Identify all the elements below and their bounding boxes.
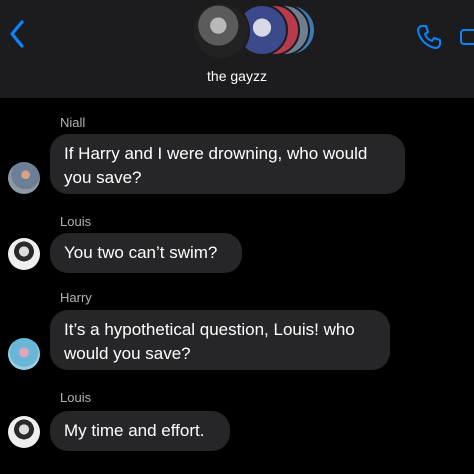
message-bubble[interactable]: You two can’t swim?	[50, 233, 242, 273]
avatar[interactable]	[8, 162, 40, 194]
avatar[interactable]	[8, 238, 40, 270]
avatar[interactable]	[8, 338, 40, 370]
video-camera-icon	[460, 29, 474, 45]
message-bubble[interactable]: It’s a hypothetical question, Louis! who…	[50, 310, 390, 370]
avatar[interactable]	[8, 416, 40, 448]
conversation-header: the gayzz	[0, 0, 474, 98]
sender-name: Niall	[60, 115, 86, 130]
message-bubble[interactable]: If Harry and I were drowning, who would …	[50, 134, 405, 194]
video-call-button[interactable]	[458, 20, 474, 54]
call-button[interactable]	[414, 22, 444, 52]
message-bubble[interactable]: My time and effort.	[50, 411, 230, 451]
back-button[interactable]	[4, 16, 28, 52]
group-avatar-stack[interactable]	[192, 2, 316, 60]
phone-icon	[417, 25, 441, 49]
sender-name: Louis	[60, 390, 92, 405]
sender-name: Louis	[60, 214, 92, 229]
chevron-left-icon	[10, 20, 24, 48]
avatar	[192, 2, 250, 60]
sender-name: Harry	[60, 290, 92, 305]
group-name[interactable]: the gayzz	[0, 68, 474, 84]
